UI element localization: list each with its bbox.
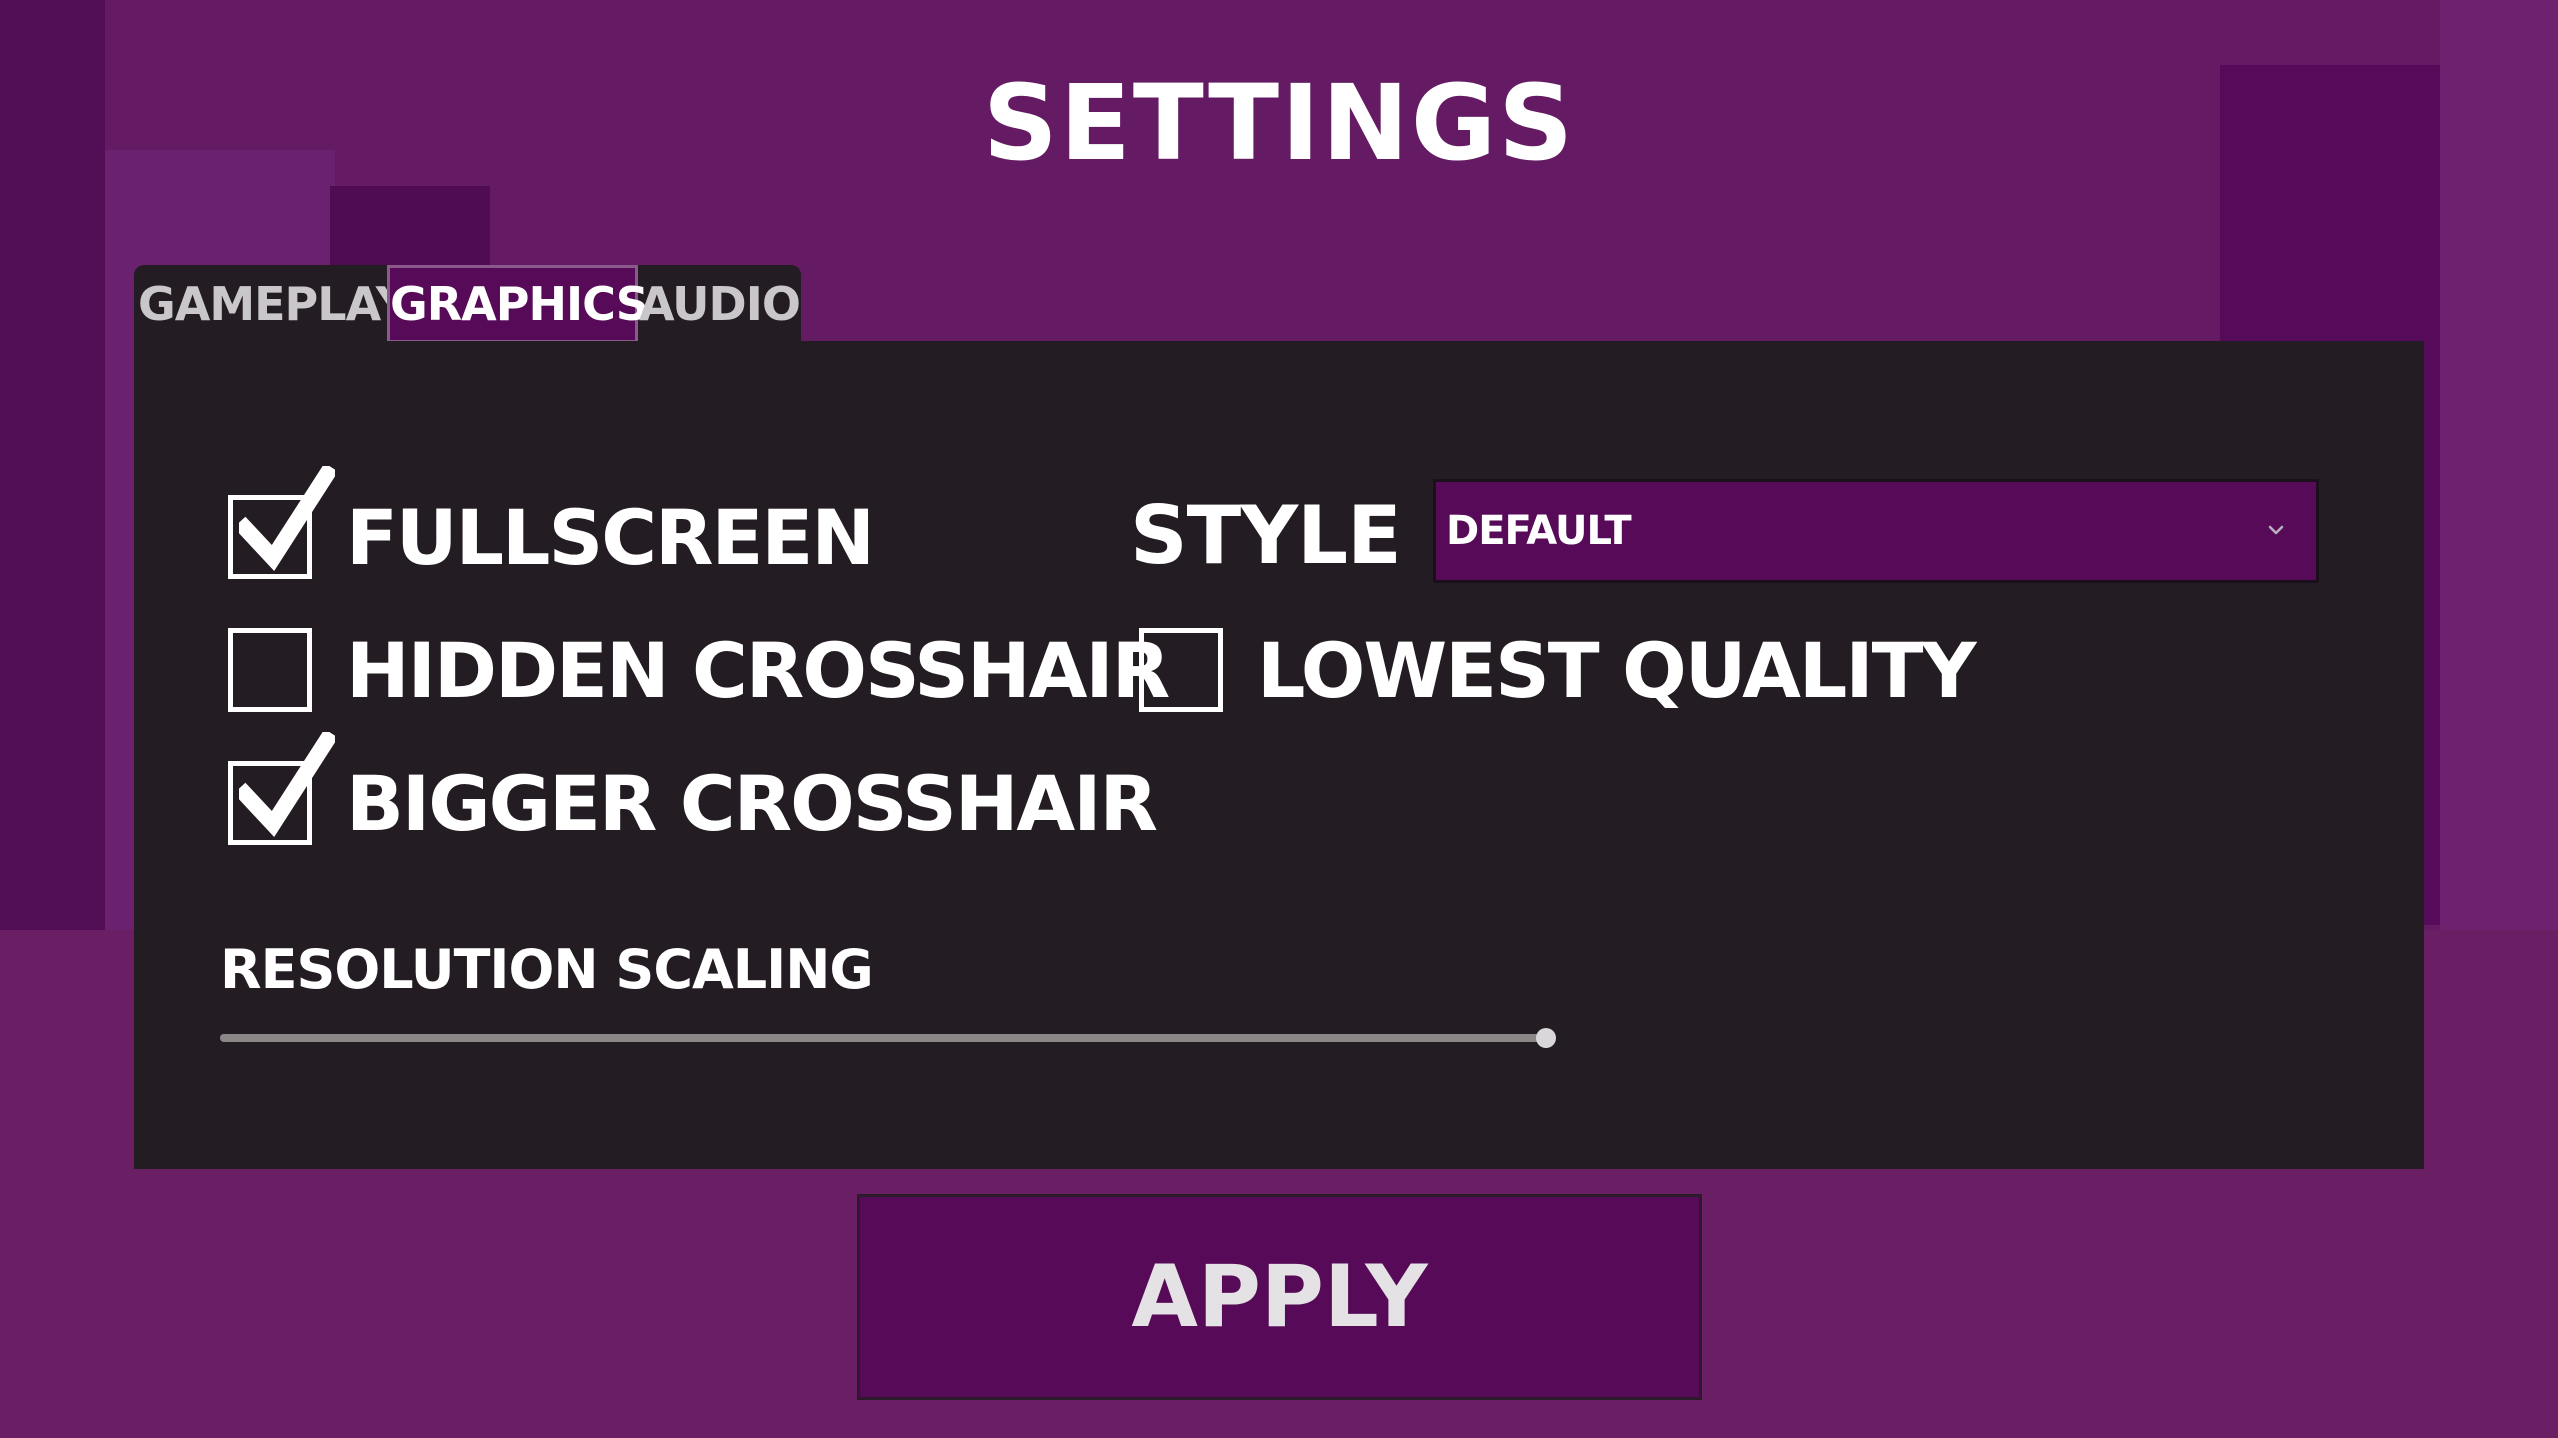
hidden-crosshair-label: HIDDEN CROSSHAIR	[346, 625, 1170, 715]
resolution-scaling-slider[interactable]	[220, 1028, 1556, 1048]
fullscreen-checkbox[interactable]	[228, 466, 335, 579]
settings-tab-bar: GAMEPLAY GRAPHICS AUDIO	[134, 265, 801, 343]
style-label: STYLE	[1130, 489, 1402, 582]
bigger-crosshair-checkbox[interactable]	[228, 732, 335, 845]
tab-audio[interactable]: AUDIO	[639, 265, 801, 343]
tab-gameplay[interactable]: GAMEPLAY	[138, 265, 409, 343]
checkmark-icon	[239, 732, 335, 837]
style-dropdown-value: DEFAULT	[1446, 508, 1632, 554]
apply-button[interactable]: APPLY	[857, 1194, 1702, 1400]
bigger-crosshair-option[interactable]: BIGGER CROSSHAIR	[228, 732, 1158, 849]
hidden-crosshair-option[interactable]: HIDDEN CROSSHAIR	[228, 624, 1170, 716]
resolution-scaling-fill	[220, 1034, 1546, 1042]
style-dropdown[interactable]: DEFAULT	[1433, 479, 2319, 583]
page-title: SETTINGS	[982, 62, 1576, 184]
fullscreen-label: FULLSCREEN	[346, 492, 875, 582]
checkmark-icon	[239, 466, 335, 571]
lowest-quality-label: LOWEST QUALITY	[1257, 625, 1976, 715]
graphics-settings-panel: FULLSCREEN HIDDEN CROSSHAIR BIGGER CROSS…	[134, 341, 2424, 1169]
bigger-crosshair-label: BIGGER CROSSHAIR	[346, 758, 1158, 848]
tab-graphics[interactable]: GRAPHICS	[387, 265, 649, 343]
chevron-down-icon	[2268, 525, 2284, 535]
lowest-quality-option[interactable]: LOWEST QUALITY	[1139, 624, 1976, 716]
fullscreen-option[interactable]: FULLSCREEN	[228, 466, 875, 583]
hidden-crosshair-checkbox[interactable]	[228, 628, 312, 712]
lowest-quality-checkbox[interactable]	[1139, 628, 1223, 712]
resolution-scaling-handle[interactable]	[1536, 1028, 1556, 1048]
resolution-scaling-label: RESOLUTION SCALING	[220, 938, 874, 1001]
